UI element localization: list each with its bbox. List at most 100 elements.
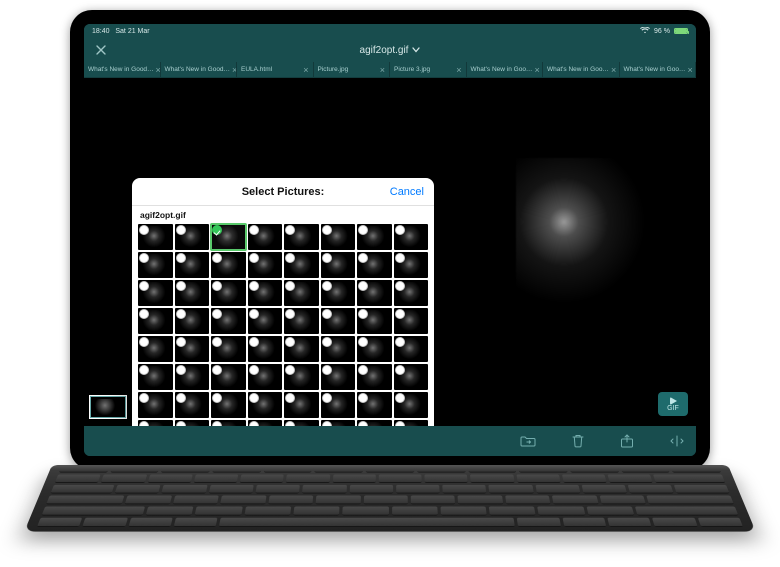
tab[interactable]: What's New in Goo…× bbox=[467, 62, 544, 77]
selection-check-icon bbox=[285, 337, 295, 347]
frame-thumbnail[interactable] bbox=[321, 308, 356, 334]
tab[interactable]: What's New in Good…× bbox=[84, 62, 161, 77]
selection-check-icon bbox=[285, 393, 295, 403]
frame-thumbnail[interactable] bbox=[284, 252, 319, 278]
frame-thumbnail[interactable] bbox=[248, 364, 283, 390]
frame-thumbnail[interactable] bbox=[175, 364, 210, 390]
frame-thumbnail[interactable] bbox=[357, 252, 392, 278]
close-tab-icon[interactable]: × bbox=[534, 65, 539, 75]
selection-check-icon bbox=[249, 337, 259, 347]
frame-thumbnail[interactable] bbox=[321, 224, 356, 250]
close-tab-icon[interactable]: × bbox=[687, 65, 692, 75]
frame-thumbnail[interactable] bbox=[248, 336, 283, 362]
share-icon[interactable] bbox=[620, 434, 634, 448]
selection-check-icon bbox=[322, 225, 332, 235]
document-title[interactable]: agif2opt.gif bbox=[360, 45, 409, 56]
frame-thumbnail[interactable] bbox=[248, 224, 283, 250]
frame-thumbnail[interactable] bbox=[284, 224, 319, 250]
expand-icon[interactable] bbox=[670, 434, 684, 448]
frame-thumbnail[interactable] bbox=[211, 280, 246, 306]
tab[interactable]: What's New in Good…× bbox=[161, 62, 238, 77]
frame-thumbnail[interactable] bbox=[357, 308, 392, 334]
tab[interactable]: What's New in Goo…× bbox=[543, 62, 620, 77]
filmstrip-thumbnail[interactable] bbox=[90, 396, 126, 418]
selection-check-icon bbox=[249, 421, 259, 426]
cancel-button[interactable]: Cancel bbox=[390, 186, 424, 198]
select-pictures-popover: Select Pictures: Cancel agif2opt.gif Sel… bbox=[132, 178, 434, 426]
close-icon[interactable] bbox=[92, 41, 110, 59]
frame-thumbnail[interactable] bbox=[211, 392, 246, 418]
battery-percent: 96 % bbox=[654, 28, 670, 35]
tab[interactable]: Picture.jpg× bbox=[314, 62, 391, 77]
frame-thumbnail[interactable] bbox=[138, 308, 173, 334]
frame-thumbnail[interactable] bbox=[138, 280, 173, 306]
frame-thumbnail[interactable] bbox=[175, 252, 210, 278]
selection-check-icon bbox=[176, 421, 186, 426]
close-tab-icon[interactable]: × bbox=[303, 65, 308, 75]
frame-thumbnail[interactable] bbox=[394, 308, 429, 334]
frame-thumbnail[interactable] bbox=[357, 364, 392, 390]
frame-thumbnail[interactable] bbox=[138, 364, 173, 390]
selection-check-icon bbox=[322, 421, 332, 426]
frame-thumbnail[interactable] bbox=[138, 252, 173, 278]
trash-icon[interactable] bbox=[572, 434, 584, 448]
frame-thumbnail[interactable] bbox=[284, 364, 319, 390]
status-right: 96 % bbox=[640, 27, 688, 36]
frame-thumbnail[interactable] bbox=[394, 336, 429, 362]
frame-thumbnail[interactable] bbox=[248, 392, 283, 418]
frame-thumbnail[interactable] bbox=[248, 280, 283, 306]
selection-check-icon bbox=[285, 421, 295, 426]
close-tab-icon[interactable]: × bbox=[611, 65, 616, 75]
selection-check-icon bbox=[358, 253, 368, 263]
frame-thumbnail[interactable] bbox=[284, 308, 319, 334]
tab[interactable]: What's New in Goo…× bbox=[620, 62, 697, 77]
selection-check-icon bbox=[249, 225, 259, 235]
frame-thumbnail[interactable] bbox=[357, 280, 392, 306]
frame-thumbnail[interactable] bbox=[211, 308, 246, 334]
frames-grid[interactable] bbox=[132, 222, 434, 426]
frame-thumbnail[interactable] bbox=[357, 392, 392, 418]
frame-thumbnail[interactable] bbox=[248, 252, 283, 278]
frame-thumbnail[interactable] bbox=[284, 392, 319, 418]
frame-thumbnail[interactable] bbox=[394, 224, 429, 250]
tab[interactable]: Picture 3.jpg× bbox=[390, 62, 467, 77]
tab[interactable]: EULA.html× bbox=[237, 62, 314, 77]
selection-check-icon bbox=[395, 421, 405, 426]
chevron-down-icon[interactable] bbox=[412, 45, 420, 55]
frame-thumbnail[interactable] bbox=[321, 364, 356, 390]
frame-thumbnail[interactable] bbox=[211, 252, 246, 278]
selection-check-icon bbox=[249, 309, 259, 319]
selection-check-icon bbox=[358, 281, 368, 291]
move-to-folder-icon[interactable] bbox=[520, 435, 536, 447]
close-tab-icon[interactable]: × bbox=[380, 65, 385, 75]
close-tab-icon[interactable]: × bbox=[456, 65, 461, 75]
image-viewer[interactable]: GIF Select Pictures: Cancel agif2opt.gif… bbox=[84, 78, 696, 426]
frame-thumbnail[interactable] bbox=[394, 364, 429, 390]
selection-check-icon bbox=[395, 365, 405, 375]
frame-thumbnail[interactable] bbox=[175, 336, 210, 362]
frame-thumbnail[interactable] bbox=[321, 392, 356, 418]
frame-thumbnail[interactable] bbox=[211, 336, 246, 362]
frame-thumbnail[interactable] bbox=[138, 336, 173, 362]
frame-thumbnail[interactable] bbox=[321, 280, 356, 306]
frame-thumbnail[interactable] bbox=[284, 280, 319, 306]
frame-thumbnail[interactable] bbox=[138, 224, 173, 250]
frame-thumbnail[interactable] bbox=[357, 224, 392, 250]
frame-thumbnail[interactable] bbox=[175, 224, 210, 250]
frame-thumbnail[interactable] bbox=[394, 252, 429, 278]
displayed-image bbox=[516, 158, 676, 318]
frame-thumbnail[interactable] bbox=[394, 392, 429, 418]
frame-thumbnail[interactable] bbox=[175, 308, 210, 334]
frame-thumbnail[interactable] bbox=[357, 336, 392, 362]
frame-thumbnail[interactable] bbox=[138, 392, 173, 418]
frame-thumbnail[interactable] bbox=[321, 252, 356, 278]
frame-thumbnail[interactable] bbox=[248, 308, 283, 334]
frame-thumbnail[interactable] bbox=[211, 224, 246, 250]
frame-thumbnail[interactable] bbox=[175, 280, 210, 306]
frame-thumbnail[interactable] bbox=[284, 336, 319, 362]
frame-thumbnail[interactable] bbox=[394, 280, 429, 306]
gif-play-button[interactable]: GIF bbox=[658, 392, 688, 416]
frame-thumbnail[interactable] bbox=[321, 336, 356, 362]
frame-thumbnail[interactable] bbox=[211, 364, 246, 390]
frame-thumbnail[interactable] bbox=[175, 392, 210, 418]
